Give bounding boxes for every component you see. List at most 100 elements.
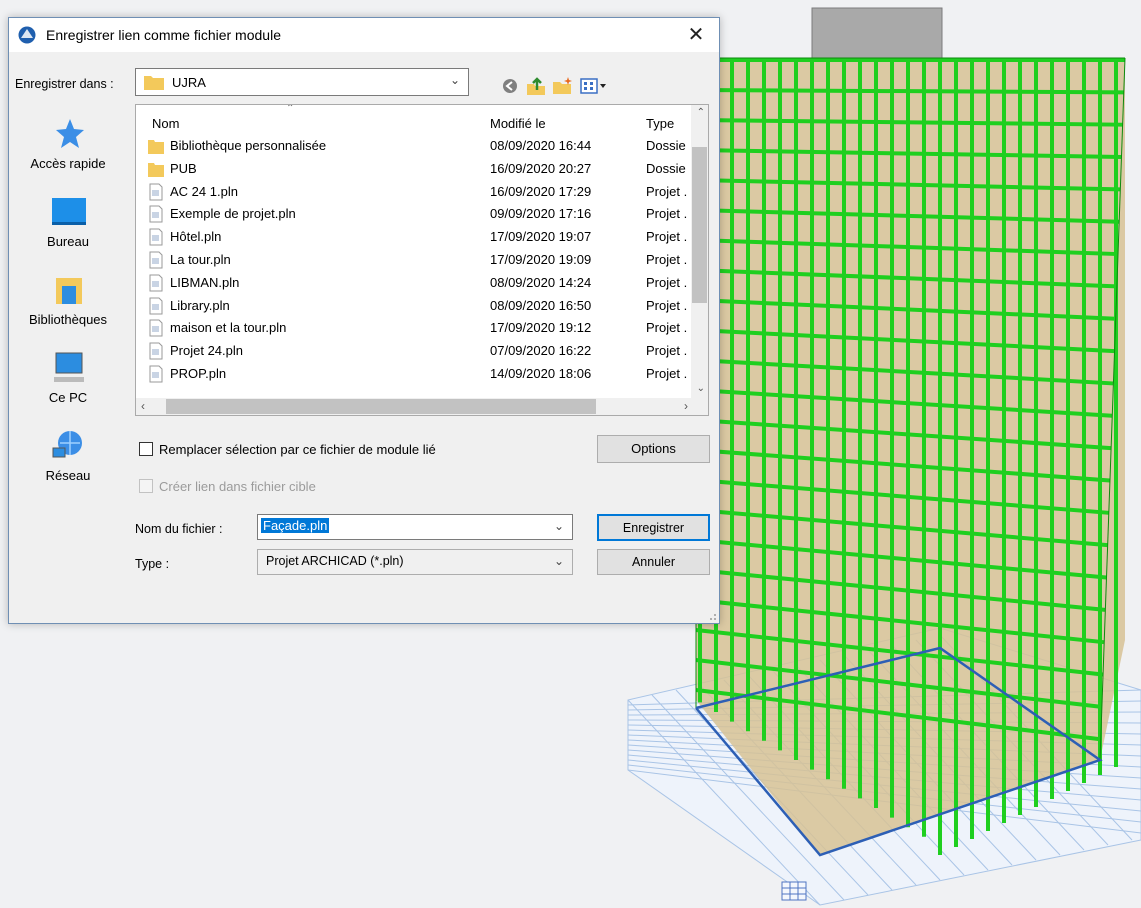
pln-file-icon: [149, 365, 163, 383]
up-folder-icon[interactable]: [525, 76, 547, 96]
folder-icon: [148, 140, 164, 154]
pln-file-icon: [149, 183, 163, 201]
place-label: Réseau: [45, 468, 91, 483]
file-row[interactable]: PROP.pln 14/09/2020 18:06 Projet .: [136, 364, 696, 385]
file-modified: 09/09/2020 17:16: [490, 206, 592, 222]
roof-element: [811, 7, 943, 59]
scroll-right-icon[interactable]: ›: [684, 399, 688, 413]
scroll-down-icon[interactable]: ⌄: [697, 383, 705, 394]
place-label: Ce PC: [48, 390, 88, 405]
file-name: PROP.pln: [170, 366, 227, 381]
scroll-up-icon[interactable]: ⌃: [697, 107, 705, 118]
file-row[interactable]: Exemple de projet.pln 09/09/2020 17:16 Pro…: [136, 204, 696, 225]
chevron-down-icon: ⌄: [449, 73, 460, 87]
place-label: Bibliothèques: [28, 312, 108, 327]
replace-checkbox[interactable]: [139, 442, 153, 456]
lookin-combobox[interactable]: UJRA ⌄: [135, 68, 469, 96]
file-modified: 07/09/2020 16:22: [490, 343, 592, 359]
computer-icon: [54, 352, 84, 382]
lookin-value: UJRA: [172, 75, 206, 90]
filename-combobox[interactable]: Façade.pln ⌄: [257, 514, 573, 540]
file-modified: 17/09/2020 19:07: [490, 229, 592, 245]
cancel-button[interactable]: Annuler: [597, 549, 710, 575]
vertical-scrollbar[interactable]: ⌃ ⌄: [691, 105, 708, 398]
libraries-icon: [56, 278, 82, 304]
title-bar[interactable]: Enregistrer lien comme fichier module ✕: [9, 18, 719, 52]
pln-file-icon: [149, 205, 163, 223]
chevron-down-icon: ⌄: [553, 554, 564, 568]
scroll-left-icon[interactable]: ‹: [141, 399, 145, 413]
horizontal-scrollbar[interactable]: ‹ ›: [136, 398, 708, 415]
resize-grip-icon[interactable]: [707, 611, 717, 621]
place-label: Bureau: [47, 234, 89, 249]
file-type: Projet .: [646, 320, 688, 336]
close-button[interactable]: ✕: [673, 18, 719, 52]
file-list[interactable]: ⌃ Nom Modifié le Type Bibliothèque perso…: [135, 104, 709, 416]
column-header-type[interactable]: Type: [646, 116, 674, 131]
lookin-label: Enregistrer dans :: [15, 77, 114, 91]
column-header-name[interactable]: Nom: [152, 116, 179, 131]
file-modified: 08/09/2020 16:50: [490, 297, 592, 313]
archicad-app-icon: [18, 26, 36, 44]
save-button[interactable]: Enregistrer: [597, 514, 710, 541]
file-row[interactable]: maison et la tour.pln 17/09/2020 19:12 Pro…: [136, 318, 696, 339]
filetype-value: Projet ARCHICAD (*.pln): [266, 554, 404, 568]
file-row[interactable]: Bibliothèque personnalisée 08/09/2020 16:…: [136, 136, 696, 157]
file-modified: 08/09/2020 16:44: [490, 138, 592, 153]
file-name: Projet 24.pln: [170, 343, 243, 359]
network-icon: [52, 431, 82, 458]
file-row[interactable]: Hôtel.pln 17/09/2020 19:07 Projet .: [136, 227, 696, 248]
sort-ascending-icon: ⌃: [286, 104, 295, 114]
file-modified: 17/09/2020 19:09: [490, 252, 592, 267]
new-folder-icon[interactable]: [552, 76, 574, 96]
chevron-down-icon[interactable]: ⌄: [554, 519, 564, 533]
file-type: Projet .: [646, 183, 688, 199]
file-name: maison et la tour.pln: [170, 320, 287, 336]
filename-label: Nom du fichier :: [135, 522, 223, 536]
grid-snap-icon[interactable]: [781, 881, 807, 901]
desktop-icon: [52, 198, 86, 225]
file-name: Library.pln: [170, 297, 230, 313]
pln-file-icon: [149, 342, 163, 360]
file-modified: 17/09/2020 19:12: [490, 320, 592, 336]
pln-file-icon: [149, 228, 163, 246]
list-header: ⌃ Nom Modifié le Type: [136, 105, 708, 135]
scrollbar-thumb[interactable]: [166, 399, 596, 414]
file-row[interactable]: AC 24 1.pln 16/09/2020 17:29 Projet .: [136, 182, 696, 203]
pln-file-icon: [149, 319, 163, 337]
file-row[interactable]: LIBMAN.pln 08/09/2020 14:24 Projet .: [136, 273, 696, 294]
file-type: Dossie: [646, 138, 686, 153]
pln-file-icon: [149, 251, 163, 269]
file-modified: 14/09/2020 18:06: [490, 366, 592, 381]
dialog-title: Enregistrer lien comme fichier module: [46, 27, 281, 43]
options-button[interactable]: Options: [597, 435, 710, 463]
view-menu-icon[interactable]: [579, 76, 609, 96]
file-name: Bibliothèque personnalisée: [170, 138, 327, 153]
file-type: Projet .: [646, 366, 688, 381]
column-header-modified[interactable]: Modifié le: [490, 116, 546, 131]
star-icon: [56, 119, 84, 148]
file-name: Exemple de projet.pln: [170, 206, 296, 222]
file-type: Projet .: [646, 343, 688, 359]
file-modified: 08/09/2020 14:24: [490, 274, 592, 290]
file-row[interactable]: Projet 24.pln 07/09/2020 16:22 Projet .: [136, 341, 696, 362]
back-icon[interactable]: [499, 76, 521, 96]
file-type: Projet .: [646, 274, 688, 290]
replace-checkbox-label: Remplacer sélection par ce fichier de mo…: [159, 442, 436, 457]
folder-icon: [148, 162, 164, 177]
file-name: Hôtel.pln: [170, 229, 222, 245]
file-row[interactable]: Library.pln 08/09/2020 16:50 Projet .: [136, 296, 696, 317]
type-label: Type :: [135, 557, 170, 571]
file-row[interactable]: PUB 16/09/2020 20:27 Dossie: [136, 159, 696, 180]
file-name: La tour.pln: [170, 252, 231, 267]
filetype-select[interactable]: Projet ARCHICAD (*.pln) ⌄: [257, 549, 573, 575]
file-row[interactable]: La tour.pln 17/09/2020 19:09 Projet .: [136, 250, 696, 271]
scrollbar-thumb[interactable]: [692, 147, 707, 303]
file-modified: 16/09/2020 20:27: [490, 160, 592, 176]
file-type: Dossie: [646, 160, 686, 176]
createlink-checkbox: [139, 479, 153, 493]
file-type: Projet .: [646, 229, 688, 245]
file-name: LIBMAN.pln: [170, 274, 240, 290]
file-type: Projet .: [646, 252, 688, 267]
filename-input[interactable]: Façade.pln: [261, 518, 330, 533]
